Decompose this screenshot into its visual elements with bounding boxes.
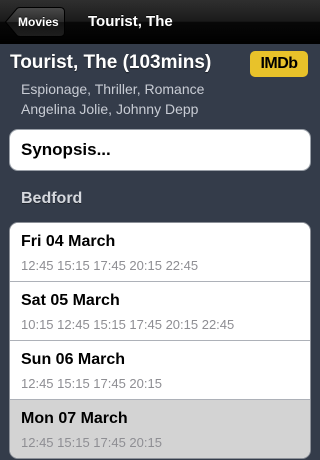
cinema-section-header: Bedford (21, 190, 83, 207)
showtime-times: 12:45 15:15 17:45 20:15 (21, 376, 162, 391)
movie-cast: Angelina Jolie, Johnny Depp (21, 101, 199, 117)
showtime-row[interactable]: Sat 05 March 10:15 12:45 15:15 17:45 20:… (10, 281, 310, 340)
showtime-day: Sun 06 March (21, 351, 126, 368)
back-button[interactable]: Movies (5, 7, 69, 37)
synopsis-button[interactable]: Synopsis... (9, 129, 311, 171)
showtime-times: 12:45 15:15 17:45 20:15 22:45 (21, 258, 199, 273)
showtime-day: Sat 05 March (21, 292, 120, 309)
showtime-day: Fri 04 March (21, 233, 116, 250)
movie-title: Tourist, The (103mins) (10, 52, 212, 73)
showtime-times: 10:15 12:45 15:15 17:45 20:15 22:45 (21, 317, 235, 332)
movie-genres: Espionage, Thriller, Romance (21, 81, 205, 97)
navbar-title: Tourist, The (88, 13, 173, 30)
showtime-times: 12:45 15:15 17:45 20:15 (21, 435, 162, 450)
showtime-day: Mon 07 March (21, 410, 128, 427)
showtime-row[interactable]: Sun 06 March 12:45 15:15 17:45 20:15 (10, 340, 310, 399)
showtimes-list: Fri 04 March 12:45 15:15 17:45 20:15 22:… (9, 222, 311, 459)
navigation-bar: Movies Tourist, The (0, 0, 320, 44)
showtime-row[interactable]: Mon 07 March 12:45 15:15 17:45 20:15 (10, 399, 310, 458)
back-button-label: Movies (18, 15, 59, 29)
showtime-row[interactable]: Fri 04 March 12:45 15:15 17:45 20:15 22:… (10, 223, 310, 281)
imdb-button[interactable]: IMDb (250, 51, 308, 77)
